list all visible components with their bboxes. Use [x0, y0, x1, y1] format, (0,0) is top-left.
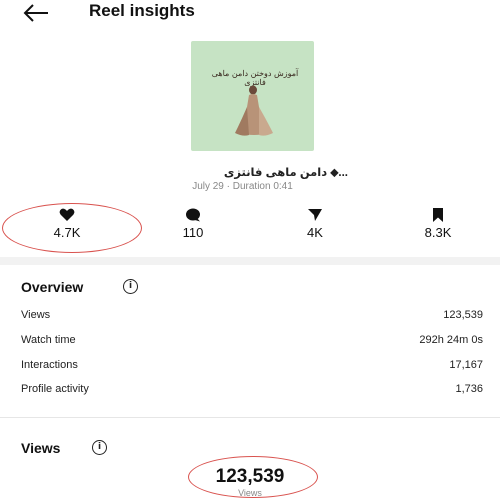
section-divider	[0, 417, 500, 418]
row-value: 17,167	[449, 359, 483, 371]
bookmark-icon	[433, 208, 443, 222]
info-icon[interactable]: i	[92, 440, 107, 455]
share-icon	[308, 209, 322, 221]
row-value: 1,736	[455, 383, 483, 395]
comments-count: 110	[182, 225, 204, 240]
views-total: 123,539	[215, 466, 285, 487]
views-title: Views	[21, 440, 61, 456]
dress-figure-image	[235, 85, 273, 136]
page-title: Reel insights	[89, 1, 195, 20]
reel-meta: July 29 · Duration 0:41	[192, 181, 293, 192]
section-divider	[0, 257, 500, 265]
overview-row-profile-activity: Profile activity 1,736	[21, 383, 483, 401]
comments-stat[interactable]: 110	[153, 204, 233, 244]
row-label: Views	[21, 309, 51, 321]
overview-row-watch-time: Watch time 292h 24m 0s	[21, 334, 483, 352]
overview-row-views: Views 123,539	[21, 309, 483, 327]
comment-icon	[186, 208, 200, 222]
row-label: Watch time	[21, 334, 76, 346]
header-bar: Reel insights	[0, 0, 500, 30]
saves-count: 8.3K	[424, 225, 452, 240]
shares-count: 4K	[307, 225, 323, 240]
likes-count: 4.7K	[53, 225, 81, 240]
row-label: Profile activity	[21, 383, 89, 395]
row-value: 123,539	[443, 309, 483, 321]
likes-stat[interactable]: 4.7K	[27, 204, 107, 244]
views-caption: Views	[238, 488, 262, 498]
reel-thumbnail[interactable]: آموزش دوختن دامن ماهی فانتزی	[191, 41, 314, 151]
back-arrow-icon[interactable]	[22, 2, 50, 24]
reel-title: دامن ماهی فانتزی ⬥...	[223, 167, 348, 179]
info-icon[interactable]: i	[123, 279, 138, 294]
overview-row-interactions: Interactions 17,167	[21, 359, 483, 377]
row-value: 292h 24m 0s	[419, 334, 483, 346]
heart-icon	[59, 208, 75, 221]
row-label: Interactions	[21, 359, 78, 371]
engagement-stats: 4.7K 110 4K 8.3K	[0, 204, 500, 244]
overview-title: Overview	[21, 279, 84, 295]
saves-stat[interactable]: 8.3K	[398, 204, 478, 244]
shares-stat[interactable]: 4K	[275, 204, 355, 244]
